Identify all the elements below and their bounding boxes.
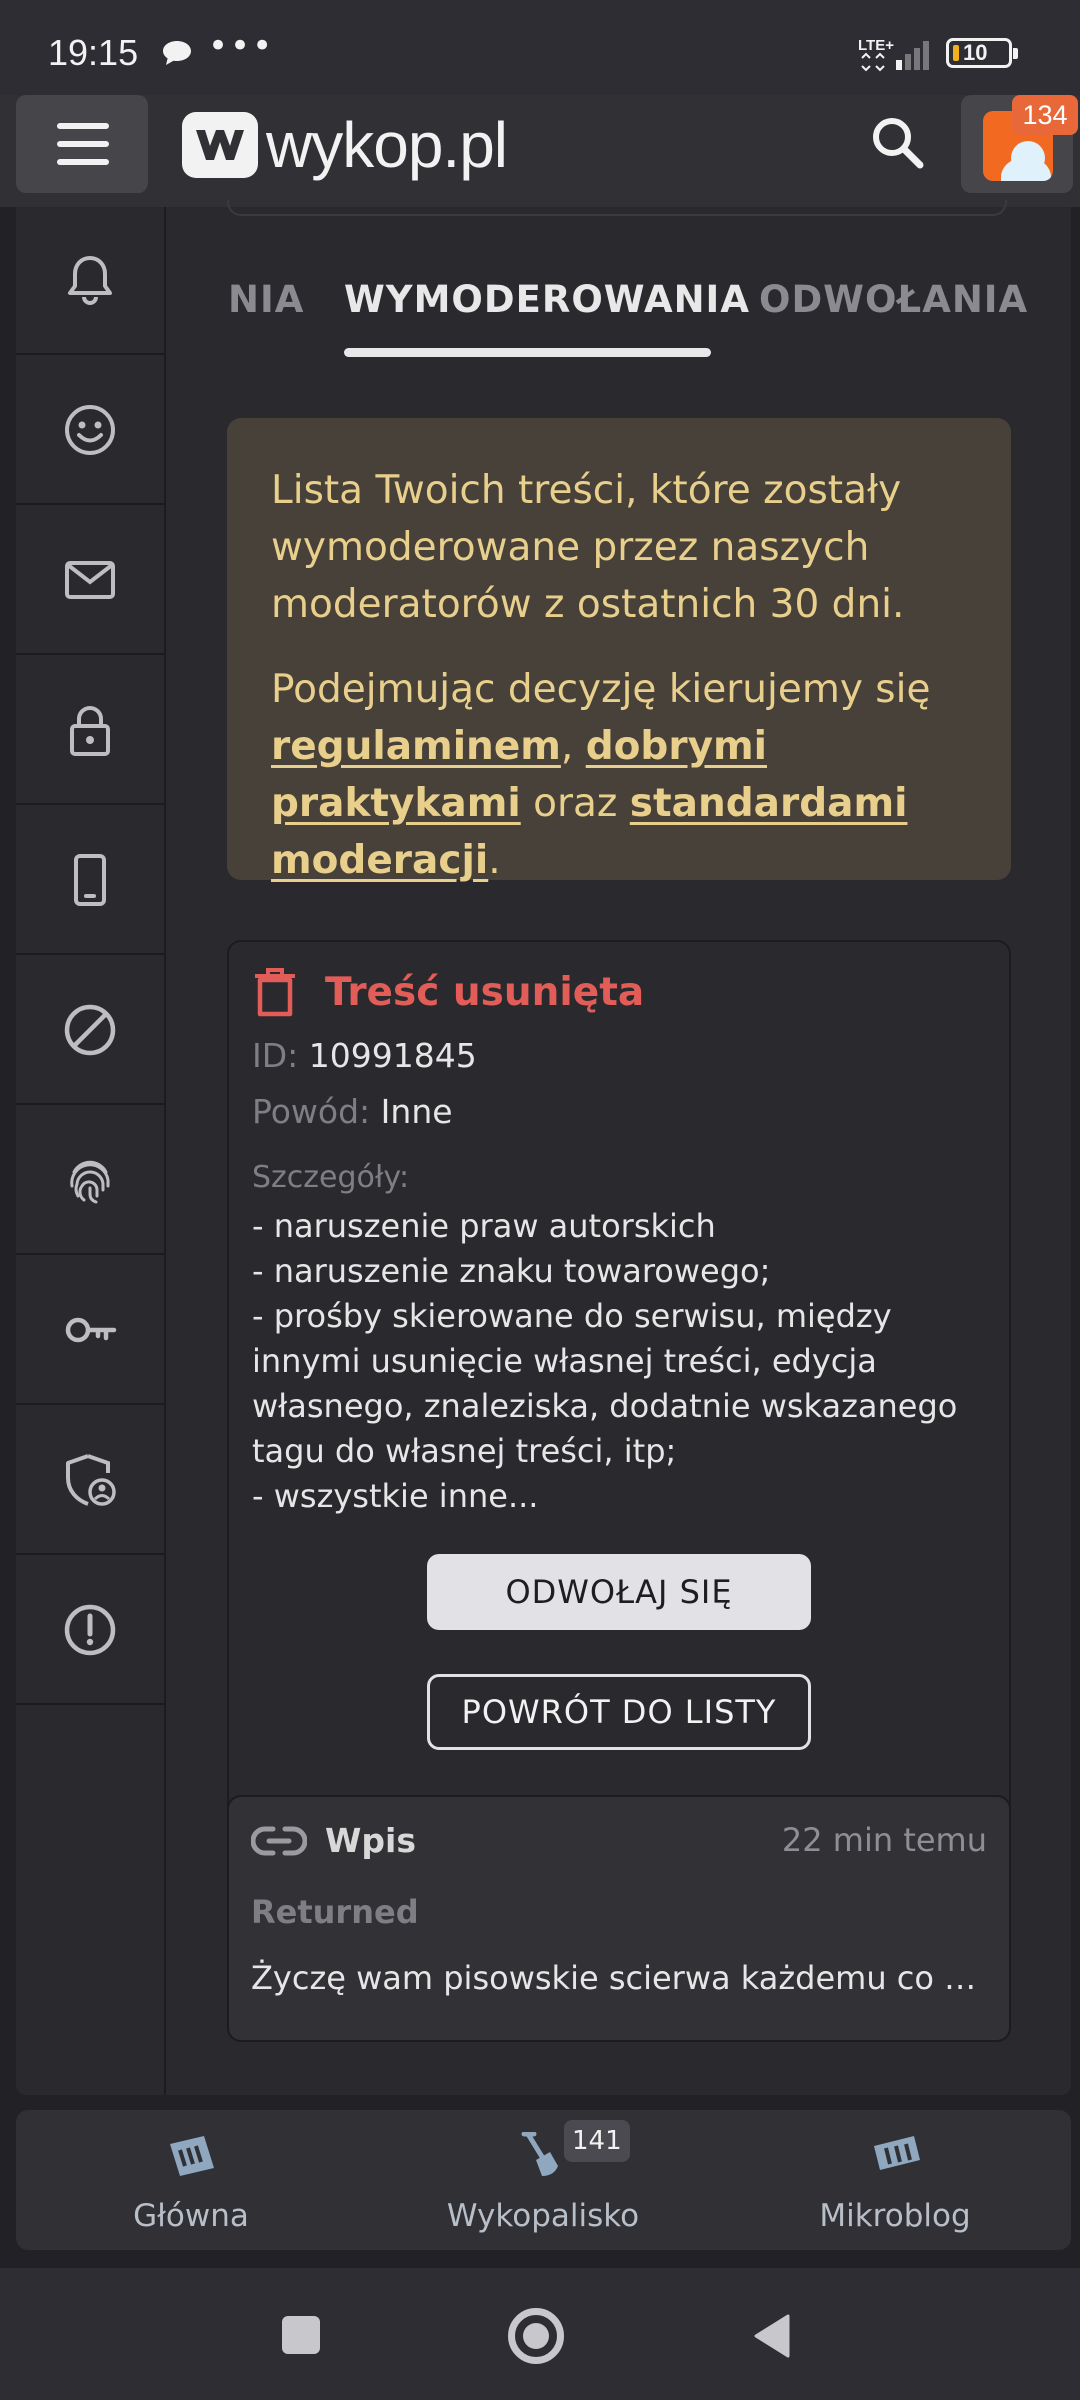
nav-digging[interactable]: Wykopalisko	[393, 2110, 693, 2250]
sidebar-item-notifications[interactable]	[16, 207, 164, 355]
smiley-icon	[65, 405, 115, 455]
search-icon[interactable]	[868, 113, 928, 173]
tab-moderated[interactable]: WYMODEROWANIA	[344, 278, 750, 321]
mail-icon	[65, 561, 115, 599]
sidebar-item-email[interactable]	[16, 507, 164, 655]
wykop-logo[interactable]: wykop.pl	[180, 105, 508, 185]
info-separator: oraz	[520, 781, 630, 826]
entry-status: Returned	[251, 1893, 419, 1931]
details-text: - naruszenie praw autorskich - naruszeni…	[252, 1207, 958, 1515]
reason-label: Powód:	[252, 1092, 371, 1131]
id-value: 10991845	[308, 1036, 477, 1075]
trash-icon	[255, 968, 295, 1017]
moderation-card: Treść usunięta ID: 10991845 Powód: Inne …	[227, 940, 1011, 2042]
hamburger-menu-button[interactable]	[16, 95, 148, 193]
battery-icon: 10	[946, 38, 1018, 68]
fingerprint-icon	[70, 1160, 110, 1204]
moderated-entry[interactable]: Wpis 22 min temu Returned Życzę wam piso…	[227, 1795, 1011, 2042]
sidebar-item-phone[interactable]	[16, 807, 164, 955]
back-icon[interactable]	[752, 2312, 792, 2360]
battery-level: 10	[963, 40, 988, 65]
details-label: Szczegóły:	[252, 1160, 410, 1195]
info-text: Lista Twoich treści, które zostały wymod…	[271, 468, 905, 627]
reason-value: Inne	[380, 1092, 453, 1131]
sidebar-item-blacklist[interactable]	[16, 957, 164, 1105]
notifications-badge: 134	[1012, 95, 1078, 135]
status-time: 19:15	[48, 32, 139, 73]
nav-microblog-label: Mikroblog	[819, 2198, 971, 2234]
bottom-navigation: Główna Wykopalisko Mikroblog	[16, 2110, 1071, 2250]
moderation-info-box: Lista Twoich treści, które zostały wymod…	[227, 418, 1011, 883]
rules-link[interactable]: regulaminem	[271, 724, 561, 769]
nav-main[interactable]: Główna	[41, 2110, 341, 2250]
appeal-button[interactable]: ODWOŁAJ SIĘ	[427, 1554, 811, 1630]
alert-icon	[64, 1604, 116, 1656]
lock-icon	[70, 706, 110, 756]
sidebar-item-reports[interactable]	[16, 1557, 164, 1705]
info-separator: ,	[560, 724, 586, 769]
shovel-icon	[521, 2132, 558, 2176]
more-notifications-icon: •••	[208, 26, 275, 66]
nav-microblog[interactable]: Mikroblog	[745, 2110, 1045, 2250]
key-icon	[65, 1317, 117, 1343]
card-title: Treść usunięta	[253, 966, 644, 1018]
moderation-tabs: NIA WYMODEROWANIA ODWOŁANIA	[166, 270, 1071, 360]
microblog-icon	[874, 2136, 920, 2170]
home-icon[interactable]	[508, 2308, 564, 2364]
network-type-label: LTE+	[858, 37, 894, 54]
sidebar-item-password[interactable]	[16, 657, 164, 805]
block-icon	[64, 1004, 116, 1056]
removed-title: Treść usunięta	[325, 969, 645, 1015]
active-tab-indicator	[344, 348, 711, 357]
entry-type: Wpis	[325, 1821, 416, 1860]
system-navigation-bar	[0, 2268, 1080, 2400]
recent-apps-icon[interactable]	[282, 2316, 320, 2354]
nav-digging-label: Wykopalisko	[446, 2198, 640, 2234]
sidebar-item-privacy[interactable]	[16, 1107, 164, 1255]
sidebar-item-security-keys[interactable]	[16, 1257, 164, 1405]
status-bar: 19:15 ••• LTE+ 10	[0, 0, 1080, 95]
app-bar: wykop.pl	[0, 95, 1080, 207]
info-text-prefix: Podejmując decyzję kierujemy się	[271, 667, 931, 712]
previous-section-edge	[227, 200, 1007, 216]
shield-user-icon	[66, 1454, 116, 1506]
settings-sidebar	[16, 207, 166, 2095]
entry-excerpt: Życzę wam pisowskie scierwa każdemu co d…	[251, 1959, 991, 1997]
nav-main-label: Główna	[133, 2198, 249, 2234]
sidebar-item-profile[interactable]	[16, 357, 164, 505]
signal-icon: LTE+	[858, 37, 929, 72]
wykop-home-icon	[170, 2136, 214, 2176]
digging-count-badge: 141	[564, 2120, 630, 2162]
tab-appeals[interactable]: ODWOŁANIA	[759, 278, 1028, 321]
back-to-list-button[interactable]: POWRÓT DO LISTY	[427, 1674, 811, 1750]
info-links-paragraph: Podejmując decyzję kierujemy się regulam…	[271, 661, 967, 889]
entry-time: 22 min temu	[781, 1821, 987, 1859]
phone-icon	[74, 854, 106, 906]
link-icon	[251, 1826, 307, 1856]
tab-partial[interactable]: NIA	[228, 278, 304, 321]
bell-icon	[68, 256, 112, 305]
chat-notification-icon	[163, 41, 191, 65]
sidebar-item-moderation[interactable]	[16, 1407, 164, 1555]
info-suffix: .	[488, 838, 501, 883]
content-id: ID: 10991845	[252, 1036, 477, 1075]
id-label: ID:	[252, 1036, 299, 1075]
wykop-logo-icon	[182, 112, 258, 178]
removal-reason: Powód: Inne	[252, 1092, 453, 1131]
logo-text: wykop.pl	[266, 109, 508, 181]
